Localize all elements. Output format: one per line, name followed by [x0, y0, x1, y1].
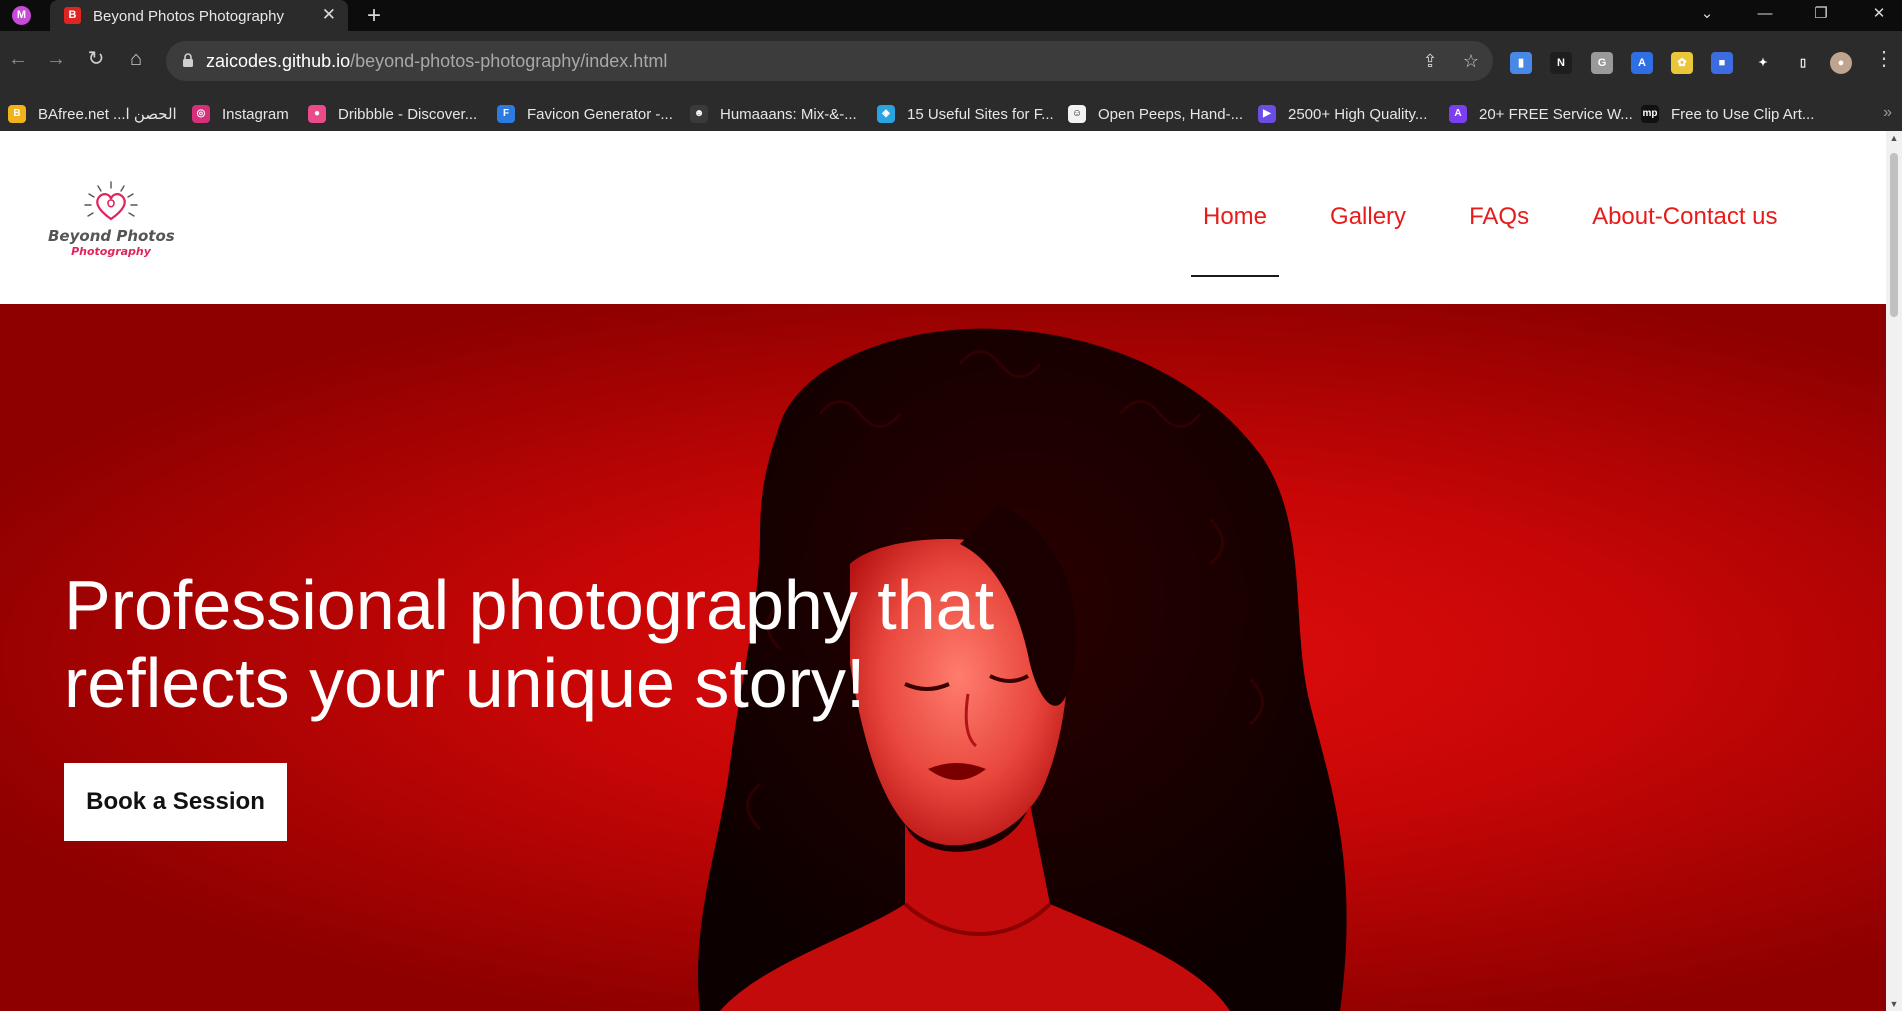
docs-extension-icon[interactable]: ▮ [1510, 52, 1532, 74]
site-logo[interactable]: Beyond Photos Photography [48, 181, 175, 261]
scroll-down-icon[interactable]: ▼ [1886, 997, 1902, 1011]
bookmark-favicon-icon: ◈ [877, 105, 895, 123]
profile-avatar-icon[interactable]: ● [1830, 52, 1852, 74]
notion-extension-icon[interactable]: N [1550, 52, 1572, 74]
close-window-button[interactable]: ✕ [1856, 0, 1902, 31]
bookmark-item[interactable]: ▶ 2500+ High Quality... [1258, 102, 1427, 126]
address-bar[interactable]: zaicodes.github.io/beyond-photos-photogr… [166, 41, 1493, 81]
url-path: /beyond-photos-photography/index.html [350, 51, 668, 71]
bookmark-item[interactable]: mp Free to Use Clip Art... [1641, 102, 1814, 126]
profile-switcher-icon[interactable]: M [12, 6, 31, 25]
bookmark-label: 20+ FREE Service W... [1479, 105, 1633, 123]
nav-gallery[interactable]: Gallery [1318, 203, 1418, 243]
book-session-button[interactable]: Book a Session [64, 763, 287, 841]
bookmark-favicon-icon: ● [308, 105, 326, 123]
new-tab-button[interactable]: + [360, 2, 388, 30]
bookmark-item[interactable]: ◈ 15 Useful Sites for F... [877, 102, 1054, 126]
share-icon[interactable]: ⇪ [1419, 50, 1441, 72]
browser-toolbar: ← → ↻ ⌂ zaicodes.github.io/beyond-photos… [0, 31, 1902, 97]
translate-extension-icon[interactable]: A [1631, 52, 1653, 74]
bookmark-label: Favicon Generator -... [527, 105, 673, 123]
browser-tab-strip: M B Beyond Photos Photography ✕ + ⌄ — ❐ … [0, 0, 1902, 31]
page-viewport: Beyond Photos Photography Home Gallery F… [0, 131, 1886, 1011]
sidepanel-icon[interactable]: ▯ [1792, 52, 1814, 74]
bookmark-item[interactable]: ☺ Open Peeps, Hand-... [1068, 102, 1243, 126]
nav-about-contact[interactable]: About-Contact us [1580, 203, 1789, 243]
puzzle-extension-icon[interactable]: ✦ [1752, 52, 1774, 74]
bookmark-item[interactable]: B BAfree.net ...الحصن ا [8, 102, 177, 126]
tab-search-icon[interactable]: ⌄ [1684, 0, 1730, 31]
lock-icon [183, 53, 193, 67]
browser-tab-active[interactable]: B Beyond Photos Photography ✕ [50, 0, 348, 31]
tab-title: Beyond Photos Photography [93, 8, 284, 25]
bookmark-item[interactable]: ☻ Humaaans: Mix-&-... [690, 102, 857, 126]
colorpick-extension-icon[interactable]: ✿ [1671, 52, 1693, 74]
url-text[interactable]: zaicodes.github.io/beyond-photos-photogr… [206, 51, 667, 72]
close-tab-icon[interactable]: ✕ [322, 5, 336, 25]
main-nav: Home Gallery FAQs About-Contact us [1191, 203, 1790, 277]
heart-sun-logo-icon [84, 181, 138, 221]
forward-button[interactable]: → [42, 45, 70, 73]
page-scrollbar[interactable]: ▲ ▼ [1886, 131, 1902, 1011]
bookmark-favicon-icon: A [1449, 105, 1467, 123]
more-bookmarks-icon[interactable]: » [1883, 104, 1892, 122]
nav-home[interactable]: Home [1191, 203, 1280, 277]
bookmark-label: Humaaans: Mix-&-... [720, 105, 857, 123]
restore-window-button[interactable]: ❐ [1798, 0, 1844, 31]
bookmark-favicon-icon: ☺ [1068, 105, 1086, 123]
url-host: zaicodes.github.io [206, 51, 351, 71]
bookmark-label: Open Peeps, Hand-... [1098, 105, 1244, 123]
bookmark-label: Dribbble - Discover... [338, 105, 478, 123]
hero-section: Professional photography that reflects y… [0, 304, 1886, 1011]
scrollbar-thumb[interactable] [1890, 153, 1898, 317]
home-button[interactable]: ⌂ [122, 45, 150, 73]
bookmark-label: 15 Useful Sites for F... [907, 105, 1054, 123]
bookmark-label: 2500+ High Quality... [1288, 105, 1428, 123]
bookmark-item[interactable]: F Favicon Generator -... [497, 102, 673, 126]
bookmark-item[interactable]: ◎ Instagram [192, 102, 289, 126]
logo-title: Beyond Photos [48, 227, 175, 245]
bookmark-favicon-icon: ▶ [1258, 105, 1276, 123]
hero-headline: Professional photography that reflects y… [64, 566, 995, 722]
site-header: Beyond Photos Photography Home Gallery F… [0, 131, 1886, 304]
bookmark-label: BAfree.net ...الحصن ا [38, 106, 177, 123]
bookmark-item[interactable]: ● Dribbble - Discover... [308, 102, 477, 126]
minimize-window-button[interactable]: — [1742, 0, 1788, 31]
bookmark-favicon-icon: mp [1641, 105, 1659, 123]
bookmark-label: Instagram [222, 105, 289, 123]
browser-menu-icon[interactable]: ⋮ [1870, 45, 1898, 73]
bookmark-favicon-icon: F [497, 105, 515, 123]
logo-subtitle: Photography [71, 245, 151, 258]
bookmarks-bar: B BAfree.net ...الحصن ا ◎ Instagram ● Dribbbl… [0, 97, 1902, 131]
bookmark-label: Free to Use Clip Art... [1671, 105, 1815, 123]
bookmark-item[interactable]: A 20+ FREE Service W... [1449, 102, 1633, 126]
back-button[interactable]: ← [4, 45, 32, 73]
reload-button[interactable]: ↻ [82, 45, 110, 73]
bookmark-favicon-icon: B [8, 105, 26, 123]
nav-faqs[interactable]: FAQs [1457, 203, 1541, 243]
bookmark-star-icon[interactable]: ☆ [1460, 50, 1482, 72]
site-favicon-icon: B [64, 7, 81, 24]
grammar-extension-icon[interactable]: G [1591, 52, 1613, 74]
save-extension-icon[interactable]: ■ [1711, 52, 1733, 74]
bookmark-favicon-icon: ◎ [192, 105, 210, 123]
scroll-up-icon[interactable]: ▲ [1886, 131, 1902, 145]
bookmark-favicon-icon: ☻ [690, 105, 708, 123]
